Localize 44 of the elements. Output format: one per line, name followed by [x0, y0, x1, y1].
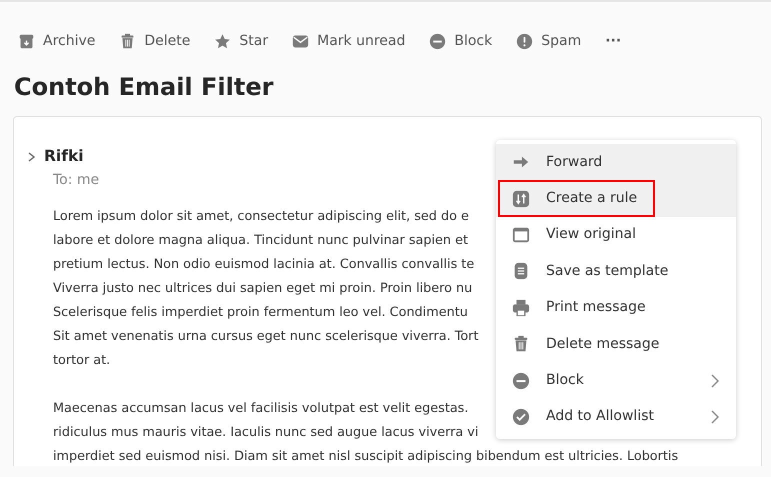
body-text-line: pretium lectus. Non odio euismod lacinia at. Convallis convallis te [53, 256, 474, 274]
exclamation-icon [516, 32, 534, 50]
chevron-icon[interactable] [26, 150, 36, 163]
more-button[interactable]: ··· [605, 30, 622, 52]
menu-item[interactable]: Create a rule [496, 180, 736, 217]
check-circle-icon [512, 408, 530, 426]
chevron-icon [710, 374, 720, 388]
menu-item[interactable]: Forward [496, 144, 736, 180]
trash-button[interactable]: Delete [119, 30, 190, 52]
archive-icon [18, 32, 35, 50]
menu-item[interactable]: View original [496, 216, 736, 254]
sliders-icon [512, 190, 530, 208]
body-text-line: Scelerisque felis imperdiet proin fermentum leo vel. Condimentu [53, 304, 468, 322]
chevron-icon [710, 410, 720, 424]
envelope-icon [292, 32, 310, 50]
block-button[interactable]: Block [429, 30, 492, 52]
body-text-line: Viverra justo nec ultrices dui sapien eget mi proin. Proin libero nu [53, 280, 472, 298]
trash-icon [119, 32, 136, 50]
body-text-line: labore et dolore magna aliqua. Tincidunt nunc pulvinar sapien et [53, 232, 468, 250]
menu-item[interactable]: Print message [496, 290, 736, 326]
envelope-button[interactable]: Mark unread [292, 30, 406, 52]
trash-icon [512, 335, 530, 354]
document-icon [512, 262, 530, 280]
page-title: Contoh Email Filter [14, 72, 274, 102]
star-button[interactable]: Star [214, 30, 268, 52]
block-icon [512, 372, 530, 390]
menu-item[interactable]: Save as template [496, 253, 736, 290]
body-text-line: Lorem ipsum dolor sit amet, consectetur adipiscing elit, sed do e [53, 208, 469, 226]
menu-item[interactable]: Delete message [496, 326, 736, 362]
printer-icon [512, 298, 530, 317]
menu-item[interactable]: Add to Allowlist [496, 398, 736, 436]
block-icon [429, 32, 446, 50]
sender-name: Rifki [44, 146, 84, 167]
body-text-line: Maecenas accumsan lacus vel facilisis volutpat est velit egestas. [53, 400, 468, 418]
body-text-line: ridiculus mus mauris vitae. Iaculis nunc sed augue lacus viverra vi [53, 424, 478, 442]
body-text-line: imperdiet sed euismod nisi. Diam sit amet nisl suscipit adipiscing bibendum est ultricies. Lobortis [53, 448, 678, 466]
window-icon [512, 226, 530, 244]
menu-item[interactable]: Block [496, 362, 736, 399]
body-text-line: tortor at. [53, 352, 110, 370]
recipient-line: To: me [53, 171, 100, 190]
archive-button[interactable]: Archive [18, 30, 96, 52]
star-icon [214, 32, 232, 50]
body-text-line: Sit amet venenatis urna cursus eget nunc scelerisque viverra. Tort [53, 328, 478, 346]
exclamation-button[interactable]: Spam [516, 30, 582, 52]
